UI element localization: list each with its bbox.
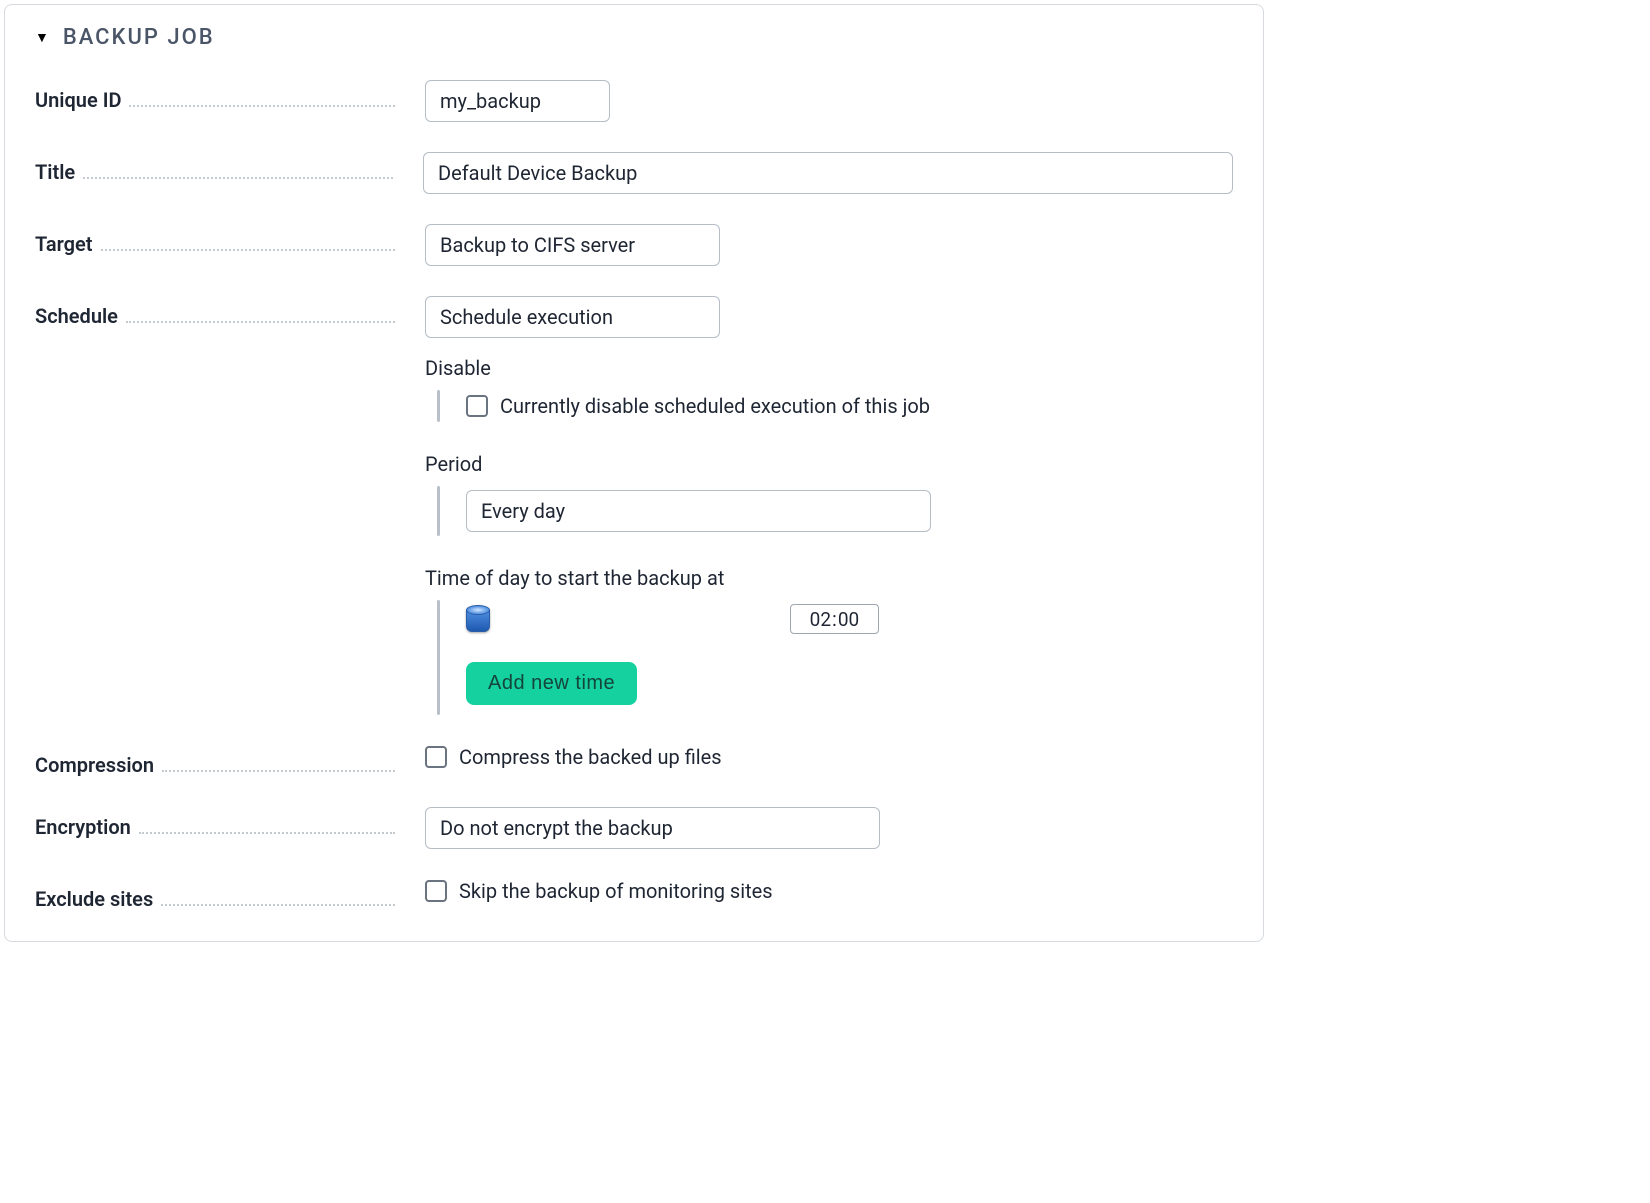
indent-bar xyxy=(437,600,440,715)
indent-bar xyxy=(437,390,440,422)
disable-checkbox-label: Currently disable scheduled execution of… xyxy=(500,394,930,418)
label-unique-id: Unique ID xyxy=(35,88,121,112)
time-input-wrap: : xyxy=(790,604,879,634)
compression-checkbox-row[interactable]: Compress the backed up files xyxy=(425,745,1233,769)
backup-job-panel: ▼ BACKUP JOB Unique ID Title Target Back… xyxy=(4,4,1264,942)
row-schedule: Schedule Schedule execution Disable Curr… xyxy=(35,296,1233,715)
dots-spacer xyxy=(126,312,395,323)
time-hour-input[interactable] xyxy=(797,608,831,631)
dots-spacer xyxy=(129,96,395,107)
exclude-sites-checkbox-row[interactable]: Skip the backup of monitoring sites xyxy=(425,879,1233,903)
exclude-sites-checkbox[interactable] xyxy=(425,880,447,902)
label-title: Title xyxy=(35,160,75,184)
dots-spacer xyxy=(162,761,395,772)
label-compression: Compression xyxy=(35,753,154,777)
target-select[interactable]: Backup to CIFS server xyxy=(425,224,720,266)
add-new-time-button[interactable]: Add new time xyxy=(466,662,637,705)
schedule-time-heading: Time of day to start the backup at xyxy=(425,566,1233,590)
collapse-triangle-icon: ▼ xyxy=(35,31,49,45)
schedule-period-heading: Period xyxy=(425,452,1233,476)
compression-checkbox-label: Compress the backed up files xyxy=(459,745,722,769)
disable-checkbox[interactable] xyxy=(466,395,488,417)
time-minute-input[interactable] xyxy=(838,608,872,631)
title-input[interactable] xyxy=(423,152,1233,194)
disable-checkbox-row[interactable]: Currently disable scheduled execution of… xyxy=(466,394,930,418)
encryption-select[interactable]: Do not encrypt the backup xyxy=(425,807,880,849)
panel-header[interactable]: ▼ BACKUP JOB xyxy=(35,25,1233,50)
row-encryption: Encryption Do not encrypt the backup xyxy=(35,807,1233,849)
row-compression: Compression Compress the backed up files xyxy=(35,745,1233,777)
compression-checkbox[interactable] xyxy=(425,746,447,768)
panel-title: BACKUP JOB xyxy=(63,25,215,50)
database-icon xyxy=(466,605,490,633)
label-exclude-sites: Exclude sites xyxy=(35,887,153,911)
row-title: Title xyxy=(35,152,1233,194)
row-unique-id: Unique ID xyxy=(35,80,1233,122)
row-target: Target Backup to CIFS server xyxy=(35,224,1233,266)
exclude-sites-checkbox-label: Skip the backup of monitoring sites xyxy=(459,879,773,903)
label-schedule: Schedule xyxy=(35,304,118,328)
dots-spacer xyxy=(139,823,395,834)
row-exclude-sites: Exclude sites Skip the backup of monitor… xyxy=(35,879,1233,911)
period-select[interactable]: Every day xyxy=(466,490,931,532)
schedule-disable-heading: Disable xyxy=(425,356,1233,380)
unique-id-input[interactable] xyxy=(425,80,610,122)
dots-spacer xyxy=(101,240,395,251)
label-target: Target xyxy=(35,232,93,256)
label-encryption: Encryption xyxy=(35,815,131,839)
dots-spacer xyxy=(83,168,393,179)
schedule-mode-select[interactable]: Schedule execution xyxy=(425,296,720,338)
indent-bar xyxy=(437,486,440,536)
dots-spacer xyxy=(161,895,395,906)
